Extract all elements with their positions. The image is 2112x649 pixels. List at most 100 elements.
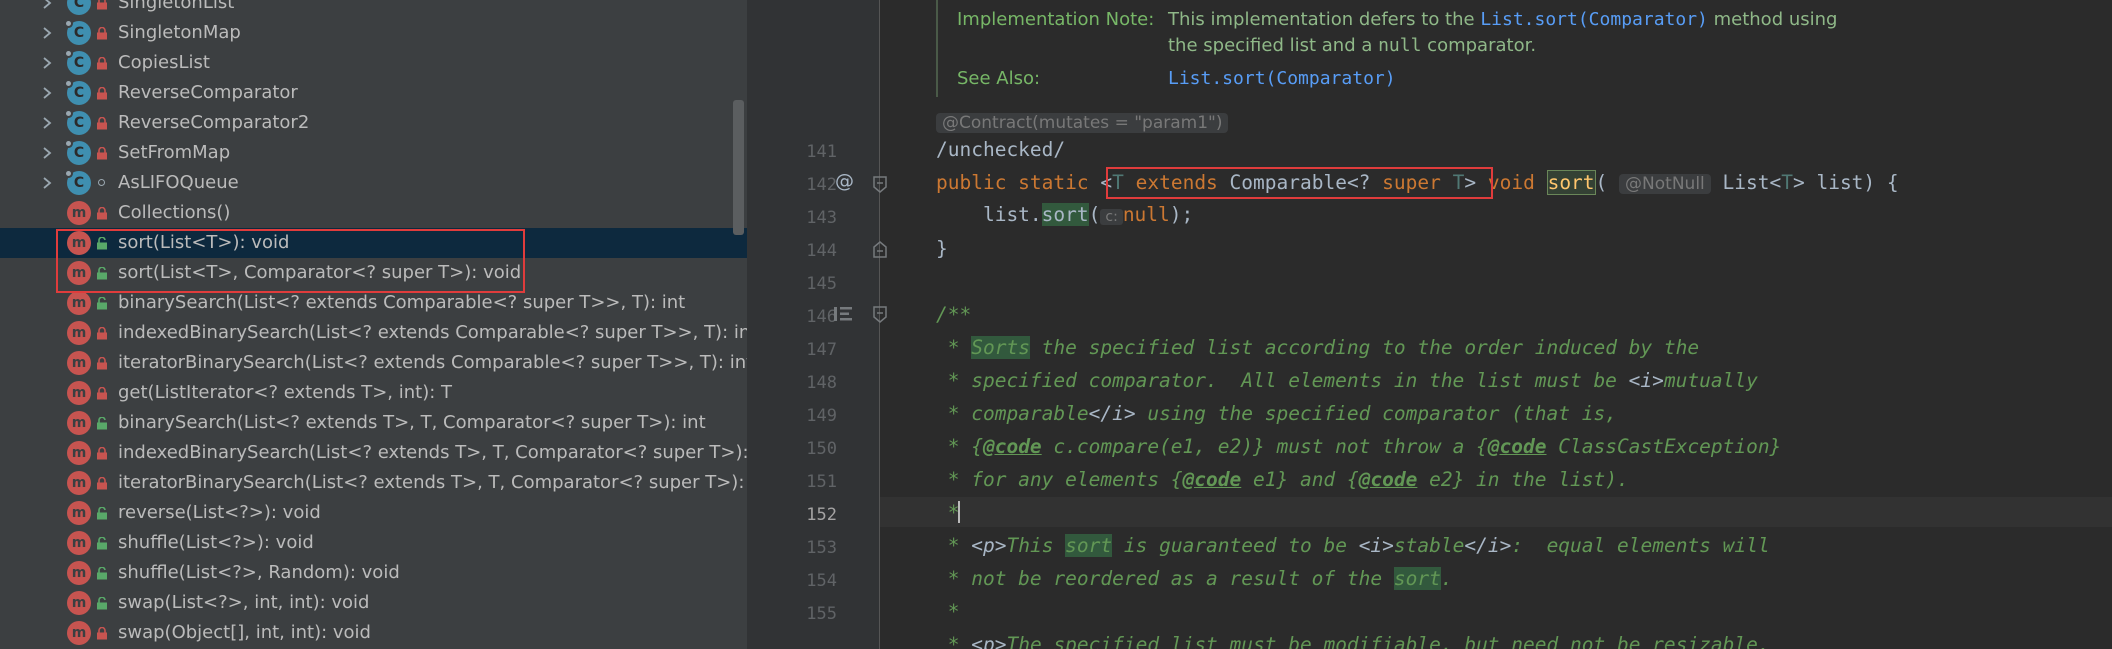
lock-icon [96,207,108,220]
text-caret [958,501,960,523]
method-icon: m [67,561,91,585]
structure-item[interactable]: C ReverseComparator2 [0,108,747,138]
structure-item-label: shuffle(List<?>): void [118,532,314,553]
chevron-right-icon[interactable] [40,176,54,190]
structure-item[interactable]: m get(ListIterator<? extends T>, int): T [0,378,747,408]
unlock-icon [96,237,108,250]
line-number: 145 [806,274,837,294]
lock-icon [96,147,108,160]
unlock-icon [96,507,108,520]
line-155: * [936,600,960,623]
lock-icon [96,0,108,10]
structure-item[interactable]: m swap(Object[], int, int): void [0,618,747,648]
structure-item[interactable]: m reverse(List<?>): void [0,498,747,528]
impl-note-text-line2: the specified list and a null comparator… [1168,35,1537,56]
structure-item[interactable]: m binarySearch(List<? extends T>, T, Comp… [0,408,747,438]
structure-item[interactable]: m shuffle(List<?>, Random): void [0,558,747,588]
fold-icon-146[interactable] [872,306,888,328]
line-number: 148 [806,373,837,393]
class-icon: C [67,0,91,15]
fold-icon-142[interactable] [872,176,888,198]
line-number: 147 [806,340,837,360]
sort-method-name[interactable]: sort [1546,170,1596,195]
line-151: * for any elements {@code e1} and {@code… [936,468,1629,491]
structure-item-label: ReverseComparator [118,82,298,103]
line-number: 151 [806,472,837,492]
structure-item-label: ReverseComparator2 [118,112,310,133]
method-icon: m [67,501,91,525]
structure-item[interactable]: m swap(List<?>, int, int): void [0,588,747,618]
chevron-right-icon[interactable] [40,116,54,130]
line-number: 142 [806,175,837,195]
render-doc-icon[interactable] [833,306,853,326]
see-also-link[interactable]: List.sort(Comparator) [1168,66,1396,92]
override-at-icon[interactable]: @ [835,170,855,192]
structure-item[interactable]: C SingletonMap [0,18,747,48]
structure-item[interactable]: m shuffle(List<?>): void [0,528,747,558]
structure-item[interactable]: C CopiesList [0,48,747,78]
line-148: * specified comparator. All elements in … [936,369,1758,392]
method-icon: m [67,201,91,225]
method-icon: m [67,471,91,495]
line-156: * <p>The specified list must be modifiab… [936,633,1770,649]
structure-item-label: AsLIFOQueue [118,172,239,193]
method-icon: m [67,291,91,315]
chevron-right-icon[interactable] [40,86,54,100]
structure-item[interactable]: C AsLIFOQueue [0,168,747,198]
structure-item-label: iteratorBinarySearch(List<? extends T>, … [118,472,747,493]
structure-item-label: shuffle(List<?>, Random): void [118,562,400,583]
unlock-icon [96,567,108,580]
structure-item[interactable]: m iteratorBinarySearch(List<? extends T>,… [0,468,747,498]
fold-end-icon-144[interactable] [872,240,888,262]
lock-icon [96,477,108,490]
structure-item[interactable]: m indexedBinarySearch(List<? extends Comp… [0,318,747,348]
structure-item[interactable]: m indexedBinarySearch(List<? extends T>, … [0,438,747,468]
line-141: /unchecked/ [936,138,1066,161]
param-hint: c: [1100,209,1123,225]
line-number: 146 [806,307,837,327]
code-editor[interactable]: 141 142 143 144 145 146 147 148 149 150 151 152 153 1… [747,0,2112,649]
class-icon: C [64,49,91,75]
method-icon: m [67,441,91,465]
structure-scrollbar[interactable] [733,100,744,235]
chevron-right-icon[interactable] [40,0,54,10]
chevron-right-icon[interactable] [40,56,54,70]
structure-item[interactable]: m sort(List<T>): void [0,228,747,258]
unlock-icon [96,417,108,430]
package-private-icon [98,179,105,186]
class-icon: C [64,169,91,195]
structure-item[interactable]: m Collections() [0,198,747,228]
structure-item[interactable]: C ReverseComparator [0,78,747,108]
unlock-icon [96,267,108,280]
lock-icon [96,627,108,640]
class-icon: C [64,109,91,135]
line-142: public static <T extends Comparable<? su… [936,170,1899,195]
structure-panel: C SingletonList C SingletonMap C CopiesList C R… [0,0,747,649]
chevron-right-icon[interactable] [40,146,54,160]
class-icon: C [64,79,91,105]
impl-note-label: Implementation Note: [957,9,1155,30]
structure-item[interactable]: m binarySearch(List<? extends Comparable<… [0,288,747,318]
structure-item-label: SingletonList [118,0,235,13]
line-154: * not be reordered as a result of the so… [936,567,1453,590]
doc-border [936,0,938,97]
structure-item[interactable]: m sort(List<T>, Comparator<? super T>): v… [0,258,747,288]
line-153: * <p>This sort is guaranteed to be <i>st… [936,534,1770,557]
method-icon: m [67,231,91,255]
impl-note-link[interactable]: List.sort(Comparator) [1480,9,1708,30]
line-number: 154 [806,571,837,591]
line-147: * Sorts the specified list according to … [936,336,1700,359]
structure-item[interactable]: C SetFromMap [0,138,747,168]
line-number: 152 [806,505,837,525]
method-icon: m [67,531,91,555]
chevron-right-icon[interactable] [40,26,54,40]
line-number: 149 [806,406,837,426]
structure-item-label: iteratorBinarySearch(List<? extends Comp… [118,352,747,373]
line-number: 141 [806,142,837,162]
lock-icon [96,27,108,40]
structure-item-label: swap(Object[], int, int): void [118,622,371,643]
structure-item[interactable]: m iteratorBinarySearch(List<? extends Com… [0,348,747,378]
structure-item[interactable]: C SingletonList [0,0,747,18]
line-152: * [936,501,960,524]
structure-item-label: reverse(List<?>): void [118,502,321,523]
